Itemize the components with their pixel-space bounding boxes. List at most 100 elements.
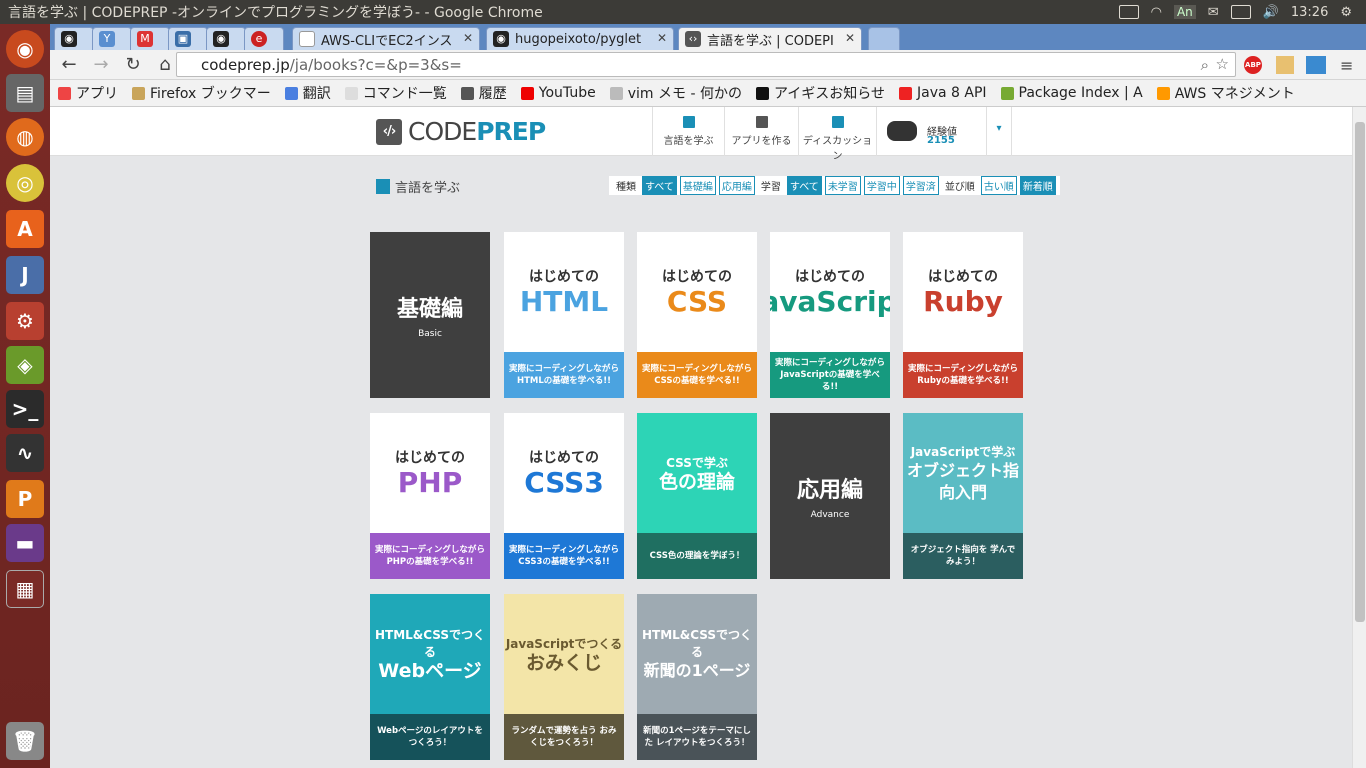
tab-codeprep[interactable]: ‹› 言語を学ぶ | CODEPI ✕ <box>678 27 862 50</box>
nav-learn[interactable]: 言語を学ぶ <box>652 107 724 156</box>
nav-discussion[interactable]: ディスカッション <box>798 107 876 162</box>
bookmark-item[interactable]: YouTube <box>520 85 596 101</box>
book-card[interactable]: JavaScriptでつくる おみくじ ランダムで運勢を占う おみくじをつくろう！ <box>504 594 624 760</box>
codeprep-logo[interactable]: ‹/› CODE PREP <box>376 117 546 146</box>
files-icon[interactable]: ▤ <box>6 74 44 112</box>
filter-group-label: 並び順 <box>944 182 975 193</box>
dash-icon[interactable]: ◉ <box>6 30 44 68</box>
search-icon[interactable]: ⌕ <box>1201 56 1209 74</box>
intellij-icon[interactable]: J <box>6 256 44 294</box>
tab-pyglet[interactable]: ◉ hugopeixoto/pyglet ✕ <box>486 27 674 50</box>
book-card[interactable]: はじめての CSS 実際にコーディングしながら CSSの基礎を学べる!! <box>637 232 757 398</box>
book-card[interactable]: 基礎編 Basic <box>370 232 490 398</box>
card-title: オブジェクト指向入門 <box>907 460 1020 502</box>
book-icon <box>682 116 695 128</box>
app-icon[interactable]: P <box>6 480 44 518</box>
workspace-switcher-icon[interactable]: ▦ <box>6 570 44 608</box>
filter-button[interactable]: 基礎編 <box>679 176 716 195</box>
bookmark-item[interactable]: vim メモ - 何かの <box>609 83 742 103</box>
settings-icon[interactable]: ⚙ <box>1340 5 1352 20</box>
scrollbar-thumb[interactable] <box>1355 122 1365 622</box>
github-icon: ◉ <box>61 31 77 47</box>
book-card[interactable]: 応用編 Advance <box>770 413 890 579</box>
wifi-icon[interactable]: ◠ <box>1151 5 1162 20</box>
scrollbar[interactable] <box>1352 107 1366 768</box>
new-tab-button[interactable] <box>868 27 900 50</box>
book-card[interactable]: HTML&CSSでつくる Webページ Webページのレイアウトを つくろう！ <box>370 594 490 760</box>
card-description: 実際にコーディングしながら CSS3の基礎を学べる!! <box>504 533 624 579</box>
bookmark-star-icon[interactable]: ☆ <box>1216 55 1229 73</box>
address-bar[interactable]: codeprep.jp/ja/books?c=&p=3&s= ⌕ ☆ <box>176 52 1236 77</box>
chrome-icon[interactable]: ◎ <box>6 164 44 202</box>
workspace-icon[interactable]: ▬ <box>6 524 44 562</box>
close-icon[interactable]: ✕ <box>657 31 667 45</box>
ime-indicator[interactable]: An <box>1173 5 1196 19</box>
bookmarks-bar: アプリ Firefox ブックマー 翻訳 コマンド一覧 履歴 YouTube vim メモ … <box>50 80 1366 107</box>
back-icon[interactable]: ← <box>58 54 80 76</box>
card-title: 基礎編 <box>396 297 463 322</box>
volume-icon[interactable]: 🔊 <box>1263 5 1279 20</box>
mail-icon[interactable]: ✉ <box>1208 5 1219 20</box>
battery-icon[interactable] <box>1230 5 1251 19</box>
book-card[interactable]: はじめての CSS3 実際にコーディングしながら CSS3の基礎を学べる!! <box>504 413 624 579</box>
keyboard-icon[interactable] <box>1118 5 1139 19</box>
bookmark-item[interactable]: コマンド一覧 <box>344 83 447 103</box>
tab-github[interactable]: ◉ <box>54 27 94 50</box>
clock[interactable]: 13:26 <box>1291 5 1328 20</box>
nav-discussion-label: ディスカッション <box>802 136 873 162</box>
card-title: Ruby <box>923 285 1003 318</box>
card-subtitle: はじめての <box>529 450 599 466</box>
extension-beta-icon[interactable] <box>1306 56 1326 74</box>
home-icon[interactable]: ⌂ <box>154 54 176 76</box>
terminal-icon[interactable]: >_ <box>6 390 44 428</box>
filter-button[interactable]: 学習済 <box>902 176 939 195</box>
bookmark-item[interactable]: アイギスお知らせ <box>755 83 885 103</box>
firefox-icon[interactable]: ◍ <box>6 118 44 156</box>
filter-button[interactable]: 未学習 <box>824 176 861 195</box>
tab-github-2[interactable]: ◉ <box>206 27 246 50</box>
close-icon[interactable]: ✕ <box>845 31 855 45</box>
user-menu[interactable]: 経験値 2155 <box>876 107 986 156</box>
system-settings-icon[interactable]: ⚙ <box>6 302 44 340</box>
book-card[interactable]: はじめての PHP 実際にコーディングしながら PHPの基礎を学べる!! <box>370 413 490 579</box>
reload-icon[interactable]: ↻ <box>122 54 144 76</box>
tab-aws-cli[interactable]: AWS-CLIでEC2インス ✕ <box>292 27 480 50</box>
filter-button[interactable]: すべて <box>786 176 822 195</box>
adblock-icon[interactable]: ABP <box>1244 56 1262 74</box>
chat-icon <box>831 116 844 128</box>
filter-button[interactable]: 新着順 <box>1019 176 1056 195</box>
filter-button[interactable]: すべて <box>642 176 677 195</box>
filter-button[interactable]: 古い順 <box>980 176 1017 195</box>
bookmark-item[interactable]: Firefox ブックマー <box>132 83 271 103</box>
filter-button[interactable]: 学習中 <box>863 176 900 195</box>
book-card[interactable]: はじめての HTML 実際にコーディングしながら HTMLの基礎を学べる!! <box>504 232 624 398</box>
trash-icon[interactable]: 🗑 <box>6 722 44 760</box>
android-studio-icon[interactable]: ◈ <box>6 346 44 384</box>
tab-e[interactable]: e <box>244 27 284 50</box>
book-card[interactable]: はじめての Ruby 実際にコーディングしながら Rubyの基礎を学べる!! <box>903 232 1023 398</box>
bookmark-item[interactable]: AWS マネジメント <box>1156 83 1295 103</box>
book-card[interactable]: はじめてのJavaScript実際にコーディングしながら JavaScriptの… <box>770 232 890 398</box>
menu-icon[interactable]: ≡ <box>1340 56 1353 75</box>
tab-yahoo[interactable]: Y <box>92 27 132 50</box>
bookmark-item[interactable]: Package Index | A <box>1000 85 1143 101</box>
dropdown-button[interactable]: ▾ <box>986 107 1012 156</box>
bookmark-item[interactable]: Java 8 API <box>898 85 987 101</box>
filter-button[interactable]: 応用編 <box>718 176 755 195</box>
bookmark-item[interactable]: 履歴 <box>460 83 507 103</box>
software-center-icon[interactable]: A <box>6 210 44 248</box>
book-card[interactable]: HTML&CSSでつくる 新聞の1ページ 新聞の1ページをテーマにした レイアウトを… <box>637 594 757 760</box>
card-description: 実際にコーディングしながら Rubyの基礎を学べる!! <box>903 352 1023 398</box>
card-subtitle: はじめての <box>395 450 465 466</box>
nav-apps[interactable]: アプリを作る <box>724 107 798 156</box>
extension-icon[interactable] <box>1276 56 1294 74</box>
book-card[interactable]: JavaScriptで学ぶ オブジェクト指向入門 オブジェクト指向を 学んでみよう！ <box>903 413 1023 579</box>
bookmark-item[interactable]: アプリ <box>58 83 118 103</box>
tab-gmail[interactable]: M <box>130 27 170 50</box>
book-card[interactable]: CSSで学ぶ 色の理論 CSS色の理論を学ぼう！ <box>637 413 757 579</box>
system-monitor-icon[interactable]: ∿ <box>6 434 44 472</box>
bookmark-item[interactable]: 翻訳 <box>284 83 331 103</box>
tab-app[interactable]: ▣ <box>168 27 208 50</box>
forward-icon[interactable]: → <box>90 54 112 76</box>
close-icon[interactable]: ✕ <box>463 31 473 45</box>
